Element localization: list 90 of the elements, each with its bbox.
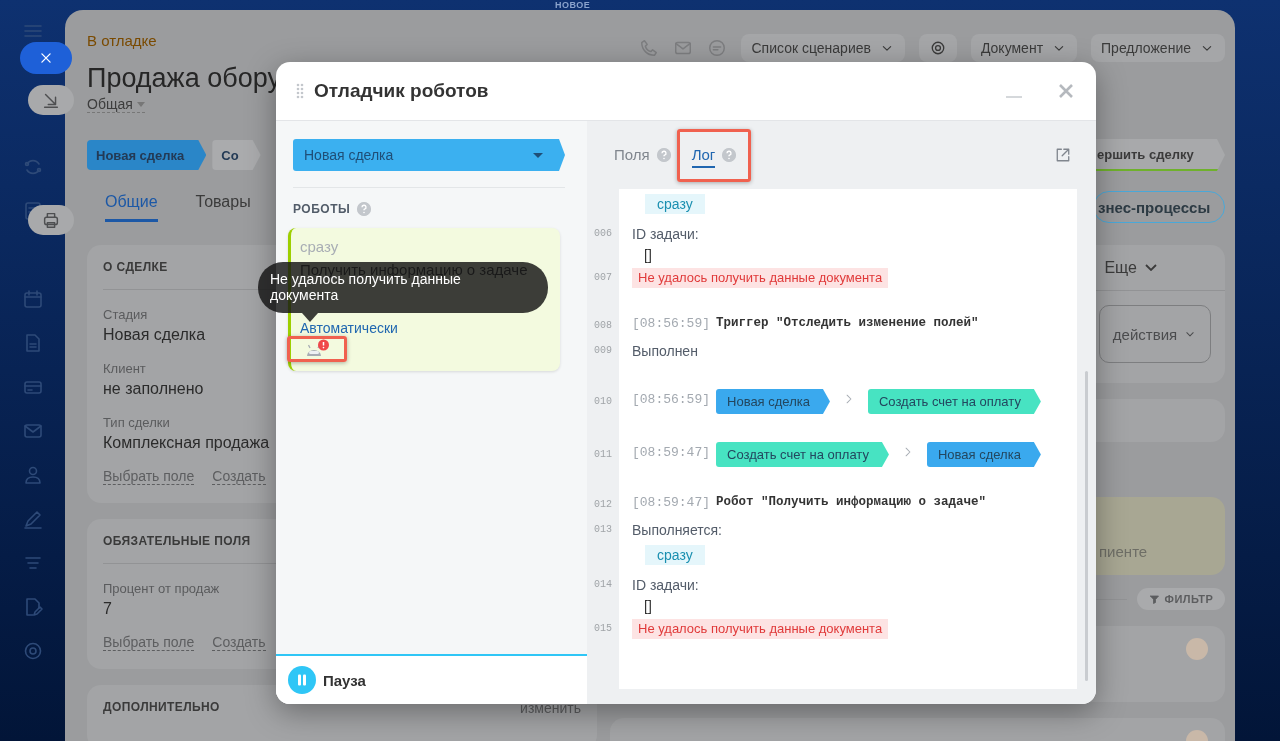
scrollbar[interactable] xyxy=(1084,371,1088,681)
deal-tab[interactable]: Товары xyxy=(195,192,251,222)
phone-icon xyxy=(639,38,660,58)
stage-chip: Создать счет на оплату xyxy=(867,389,1041,414)
window-title: Отладчик роботов xyxy=(314,80,490,102)
stage-chip: Новая сделка xyxy=(716,389,830,414)
field-label: Стадия xyxy=(103,307,148,322)
external-link-icon xyxy=(1054,146,1072,164)
pause-icon xyxy=(288,666,316,694)
log-text: ID задачи: xyxy=(632,576,699,595)
field-label: Клиент xyxy=(103,361,146,376)
field-link[interactable]: Создать xyxy=(212,634,266,651)
log-value: [] xyxy=(644,597,652,616)
field-value: Комплексная продажа xyxy=(103,434,270,452)
new-label: НОВОЕ xyxy=(555,0,591,10)
log-event: Триггер "Отследить изменение полей" xyxy=(716,316,979,330)
close-button[interactable] xyxy=(20,42,72,74)
close-icon[interactable] xyxy=(1058,83,1074,99)
log-text: ID задачи: xyxy=(632,225,699,244)
log-time: [08:59:47] xyxy=(632,445,710,460)
chevron-down-icon[interactable] xyxy=(1145,264,1157,271)
pause-button[interactable]: Пауза xyxy=(288,666,366,694)
log-time: [08:56:59] xyxy=(632,392,710,407)
help-icon[interactable] xyxy=(656,148,671,162)
avatar xyxy=(1186,638,1208,660)
filter-button[interactable]: ФИЛЬТР xyxy=(1137,588,1225,610)
line-number: 015 xyxy=(593,622,613,636)
stage-chip: Новая сделка xyxy=(926,442,1041,467)
field-link[interactable]: Создать xyxy=(212,468,266,485)
line-number: 012 xyxy=(593,498,613,512)
stage-step[interactable]: Новая сделка xyxy=(87,140,207,170)
line-number: 014 xyxy=(593,578,613,592)
error-message: Не удалось получить данные документа xyxy=(632,268,889,288)
robots-heading: РОБОТЫ xyxy=(293,202,351,216)
robot-icon[interactable] xyxy=(304,339,330,359)
timing-tag: сразу xyxy=(645,545,705,565)
settings-button[interactable] xyxy=(918,34,957,62)
section-title: ОБЯЗАТЕЛЬНЫЕ ПОЛЯ xyxy=(103,534,251,548)
debug-status: В отладке xyxy=(87,32,158,49)
responsible-link[interactable]: Автоматически xyxy=(300,320,398,336)
log-time: [08:56:59] xyxy=(632,316,710,331)
section-title: О СДЕЛКЕ xyxy=(103,260,168,274)
log-text: Выполнен xyxy=(632,342,698,361)
chat-icon xyxy=(707,38,728,58)
field-value: Новая сделка xyxy=(103,326,206,344)
line-number: 007 xyxy=(593,271,613,285)
actions-button[interactable]: действия xyxy=(1099,305,1211,363)
category-select[interactable]: Общая xyxy=(87,96,145,113)
section-title: ДОПОЛНИТЕЛЬНО xyxy=(103,700,220,716)
error-message: Не удалось получить данные документа xyxy=(632,619,889,639)
edit-link[interactable]: изменить xyxy=(520,700,581,716)
log-tab[interactable]: Поля xyxy=(614,142,671,168)
log-event: Робот "Получить информацию о задаче" xyxy=(716,495,987,509)
robot-timing: сразу xyxy=(300,238,340,255)
help-icon[interactable] xyxy=(357,202,372,216)
log-text: Выполняется: xyxy=(632,521,722,540)
line-number: 006 xyxy=(593,227,613,241)
line-number: 009 xyxy=(593,344,613,358)
line-number: 008 xyxy=(593,319,613,333)
print-button[interactable] xyxy=(28,205,74,235)
collapse-button[interactable] xyxy=(28,85,74,115)
pen-icon xyxy=(21,508,44,530)
stage-chip: Создать счет на оплату xyxy=(716,442,889,467)
more-tab[interactable]: Еще xyxy=(1104,258,1137,277)
line-number: 013 xyxy=(593,523,613,537)
field-label: Процент от продаж xyxy=(103,581,220,596)
field-value: 7 xyxy=(103,600,112,618)
note-text: пиенте xyxy=(1099,543,1148,560)
timing-tag: сразу xyxy=(645,194,705,214)
offer-button[interactable]: Предложение xyxy=(1091,34,1225,62)
calendar-icon xyxy=(21,288,44,310)
log-tab[interactable]: Лог xyxy=(691,142,737,168)
field-label: Тип сделки xyxy=(103,415,170,430)
help-icon[interactable] xyxy=(722,148,737,162)
printer-icon xyxy=(41,210,61,230)
stage-step[interactable]: Со xyxy=(212,140,261,170)
field-link[interactable]: Выбрать поле xyxy=(103,634,195,651)
field-value: не заполнено xyxy=(103,380,204,398)
log-value: [] xyxy=(644,246,652,265)
line-number: 010 xyxy=(593,395,613,409)
field-link[interactable]: Выбрать поле xyxy=(103,468,195,485)
scenarios-button[interactable]: Список сценариев xyxy=(741,34,905,62)
finish-stage-step[interactable]: ершить сделку xyxy=(1094,139,1225,171)
filter-icon xyxy=(1148,593,1160,605)
deal-tab[interactable]: Общие xyxy=(105,192,158,222)
line-number: 011 xyxy=(593,448,613,462)
drag-handle-icon[interactable] xyxy=(296,83,304,99)
stage-select[interactable]: Новая сделка xyxy=(293,139,565,171)
document-button[interactable]: Документ xyxy=(970,34,1078,62)
log-time: [08:59:47] xyxy=(632,495,710,510)
